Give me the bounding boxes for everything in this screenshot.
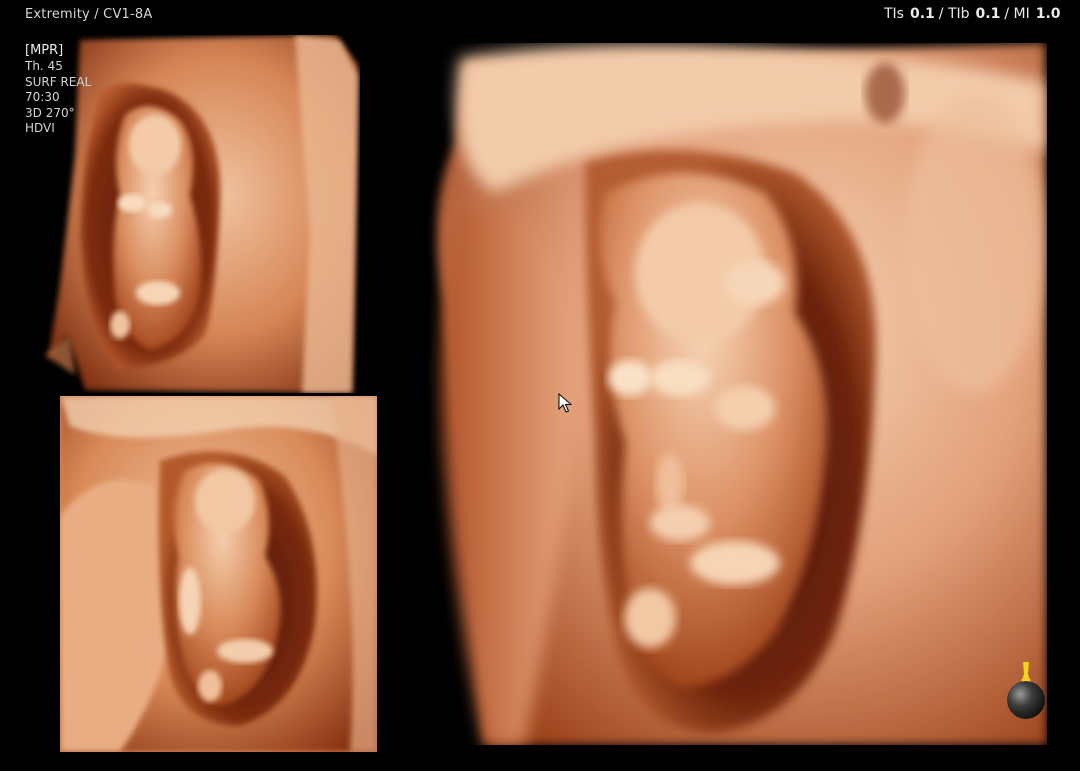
ultrasound-render-b <box>60 396 377 752</box>
tib-value: 0.1 <box>975 6 1001 22</box>
preset-label: Extremity / CV1-8A <box>25 7 153 22</box>
main-3d-render-view[interactable] <box>415 43 1047 745</box>
arrow-cursor-icon <box>558 393 572 413</box>
tib-label: TIb <box>947 6 970 22</box>
rotation-label: 3D 270° <box>25 105 75 120</box>
mix-ratio-label: 70:30 <box>25 90 60 104</box>
mi-label: MI <box>1013 6 1030 22</box>
tis-label: TIs <box>884 6 904 22</box>
light-source-icon[interactable] <box>1005 660 1047 720</box>
tis-value: 0.1 <box>909 6 935 22</box>
mode-label: [MPR] <box>25 43 64 58</box>
thermal-index-readout: TIs 0.1/ TIb 0.1/ MI 1.0 <box>884 6 1061 22</box>
hdvi-label: HDVI <box>25 121 55 135</box>
render-settings-info: [MPR] Th. 45 SURF REAL 70:30 3D 270° HDV… <box>25 43 91 137</box>
ultrasound-render-main <box>415 43 1047 745</box>
thickness-label: Th. 45 <box>25 59 63 73</box>
mi-value: 1.0 <box>1035 6 1061 22</box>
render-mode-label: SURF REAL <box>25 74 92 89</box>
mpr-view-b[interactable] <box>60 396 377 752</box>
